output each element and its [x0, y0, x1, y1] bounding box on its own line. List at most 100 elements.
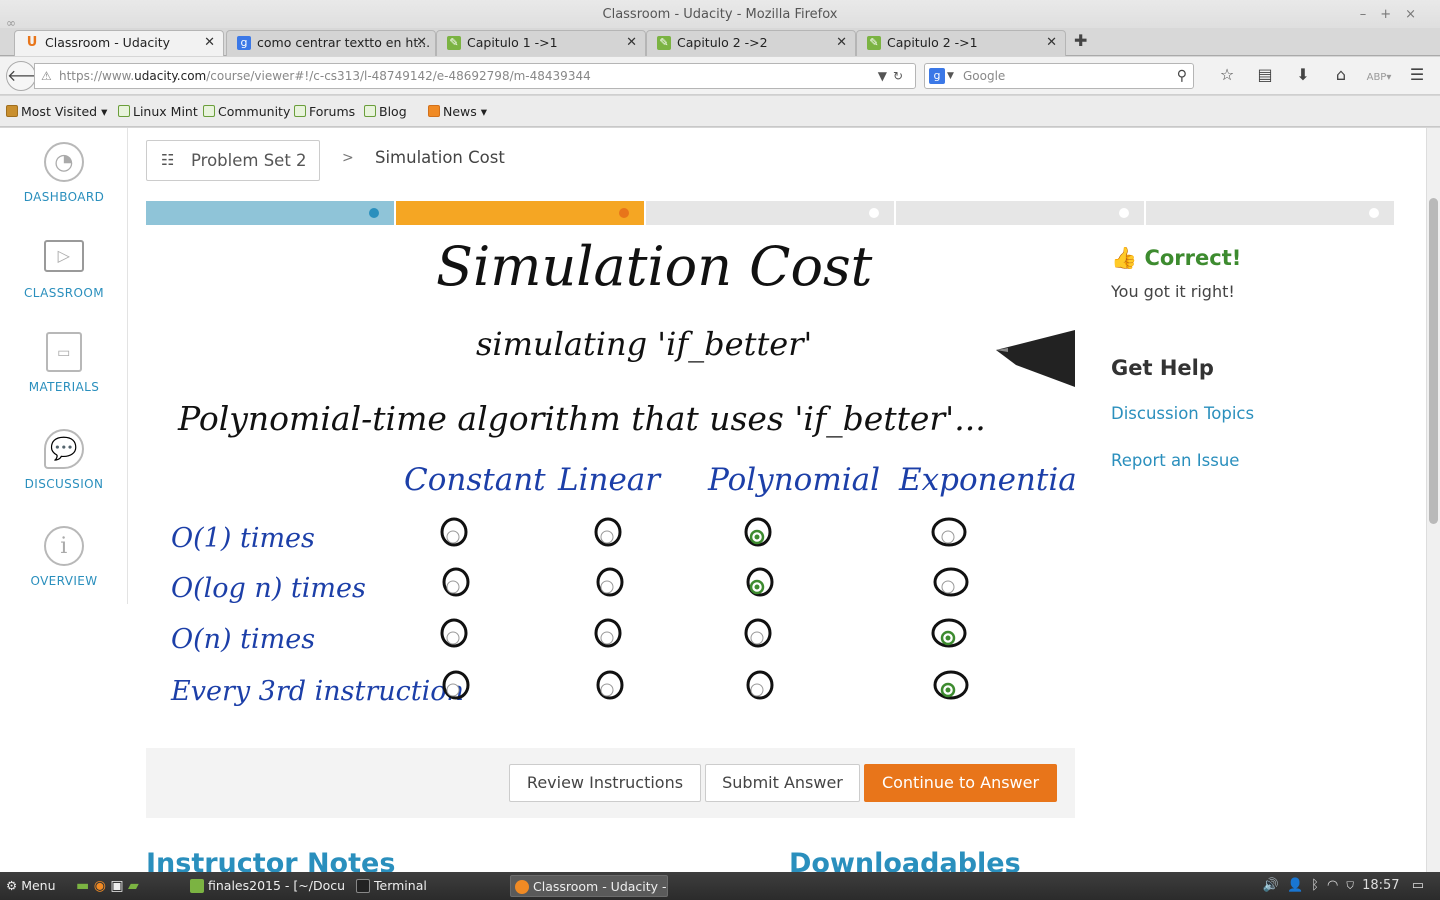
- maximize-button[interactable]: +: [1380, 7, 1405, 22]
- new-tab-icon[interactable]: ✚: [1074, 31, 1087, 50]
- instructor-notes-heading: Instructor Notes: [146, 848, 396, 872]
- bookmark-community[interactable]: Community: [203, 104, 290, 119]
- scrollbar-thumb[interactable]: [1429, 198, 1438, 524]
- answer-checkbox[interactable]: [442, 567, 470, 597]
- answer-checkbox[interactable]: [931, 517, 967, 547]
- window-list-icon[interactable]: ▭: [1400, 878, 1432, 893]
- tab-capitulo-2-2[interactable]: ✎ Capitulo 2 ->2 ✕: [646, 30, 856, 56]
- answer-checkbox[interactable]: [746, 670, 774, 700]
- tab-label: Classroom - Udacity: [45, 35, 171, 50]
- progress-segment[interactable]: [1146, 201, 1394, 225]
- row-labels: O(1) times O(log n) times O(n) times Every …: [170, 523, 464, 707]
- answer-checkbox-checked[interactable]: [746, 567, 774, 597]
- answer-checkbox[interactable]: [594, 618, 622, 648]
- taskbar-task-finales[interactable]: finales2015 - [~/Docu...: [186, 875, 346, 897]
- answer-checkbox-checked[interactable]: [744, 517, 772, 547]
- close-window-button[interactable]: ×: [1405, 7, 1430, 22]
- answer-checkbox-checked[interactable]: [933, 670, 969, 700]
- tab-capitulo-1-1[interactable]: ✎ Capitulo 1 ->1 ✕: [436, 30, 646, 56]
- sidebar-item-discussion[interactable]: 💬 DISCUSSION: [0, 429, 128, 491]
- close-tab-icon[interactable]: ✕: [836, 31, 847, 55]
- tab-google-search[interactable]: g como centrar textto en ht... ✕: [226, 30, 436, 56]
- problem-set-button[interactable]: ☷ Problem Set 2: [146, 140, 320, 181]
- close-tab-icon[interactable]: ✕: [1046, 31, 1057, 55]
- taskbar-task-terminal[interactable]: Terminal: [352, 875, 502, 897]
- progress-segment[interactable]: [896, 201, 1144, 225]
- answer-checkbox[interactable]: [744, 618, 772, 648]
- sidebar-item-classroom[interactable]: ▷ CLASSROOM: [0, 240, 128, 300]
- firefox-launcher-icon[interactable]: ◉: [94, 878, 106, 894]
- bookmark-news[interactable]: News ▾: [428, 104, 487, 119]
- answer-checkbox[interactable]: [596, 670, 624, 700]
- home-icon[interactable]: ⌂: [1322, 65, 1360, 84]
- review-instructions-button[interactable]: Review Instructions: [509, 764, 701, 802]
- continue-to-answer-button[interactable]: Continue to Answer: [864, 764, 1057, 802]
- close-tab-icon[interactable]: ✕: [204, 31, 215, 55]
- back-button[interactable]: 🡐: [6, 61, 50, 91]
- start-menu-button[interactable]: ⚙ Menu: [6, 872, 56, 900]
- breadcrumb-parent: Problem Set 2: [191, 151, 307, 170]
- report-issue-link[interactable]: Report an Issue: [1111, 451, 1239, 470]
- terminal-icon: [356, 879, 370, 893]
- user-icon[interactable]: 👤: [1287, 878, 1311, 893]
- adblock-icon[interactable]: ABP▾: [1360, 72, 1398, 83]
- folder-icon: [6, 105, 18, 117]
- taskbar-task-classroom[interactable]: Classroom - Udacity -...: [510, 875, 668, 897]
- progress-segment[interactable]: [396, 201, 644, 225]
- show-desktop-icon[interactable]: ▬: [76, 878, 89, 894]
- answer-checkbox-checked[interactable]: [931, 618, 967, 648]
- wifi-icon[interactable]: ◠: [1327, 878, 1346, 893]
- files-launcher-icon[interactable]: ▰: [128, 878, 139, 894]
- bookmark-linux-mint[interactable]: Linux Mint: [118, 104, 198, 119]
- sidebar-item-dashboard[interactable]: ◔ DASHBOARD: [0, 142, 128, 204]
- volume-icon[interactable]: 🔊: [1263, 878, 1287, 893]
- tab-label: Capitulo 1 ->1: [467, 35, 558, 50]
- answer-checkbox[interactable]: [596, 567, 624, 597]
- task-label: Classroom - Udacity -...: [533, 879, 668, 894]
- minimize-button[interactable]: –: [1360, 7, 1381, 22]
- answer-checkbox[interactable]: [440, 517, 468, 547]
- search-engine-dropdown-icon[interactable]: ▼: [947, 64, 954, 88]
- tab-classroom-udacity[interactable]: U Classroom - Udacity ✕: [14, 30, 224, 56]
- url-bar[interactable]: ⚠ https://www.udacity.com/course/viewer#…: [34, 63, 916, 89]
- page-scrollbar[interactable]: [1426, 128, 1440, 872]
- udacity-icon: U: [26, 35, 38, 50]
- url-prefix: https://www.: [59, 69, 135, 83]
- sidebar-item-overview[interactable]: i OVERVIEW: [0, 526, 128, 588]
- row-label: O(log n) times: [171, 573, 366, 604]
- progress-dot: [1369, 208, 1379, 218]
- hamburger-menu-icon[interactable]: ☰: [1398, 65, 1436, 84]
- gauge-icon: ◔: [44, 142, 84, 182]
- terminal-launcher-icon[interactable]: ▣: [110, 878, 123, 894]
- submit-answer-button[interactable]: Submit Answer: [705, 764, 860, 802]
- bookmark-most-visited[interactable]: Most Visited ▾: [6, 104, 107, 119]
- google-search-engine-icon[interactable]: g: [929, 68, 945, 84]
- answer-checkbox[interactable]: [594, 517, 622, 547]
- tab-capitulo-2-1[interactable]: ✎ Capitulo 2 ->1 ✕: [856, 30, 1066, 56]
- reload-icon[interactable]: ↻: [893, 69, 909, 83]
- search-bar[interactable]: g ▼ Google ⚲: [924, 63, 1194, 89]
- bookmark-label: Linux Mint: [133, 104, 198, 119]
- search-icon[interactable]: ⚲: [1177, 64, 1187, 88]
- progress-segment[interactable]: [646, 201, 894, 225]
- video-player[interactable]: Simulation Cost simulating 'if_better' P…: [146, 225, 1075, 748]
- thumbs-up-icon: 👍: [1111, 246, 1138, 270]
- progress-segment[interactable]: [146, 201, 394, 225]
- answer-checkbox[interactable]: [440, 618, 468, 648]
- bookmark-star-icon[interactable]: ☆: [1208, 65, 1246, 84]
- url-dropdown-icon[interactable]: ▼: [878, 69, 893, 83]
- downloads-icon[interactable]: ⬇: [1284, 65, 1322, 84]
- bookmark-blog[interactable]: Blog: [364, 104, 407, 119]
- system-tray: 🔊👤ᛒ◠⛉18:57 ▭: [1263, 872, 1432, 900]
- close-tab-icon[interactable]: ✕: [416, 31, 427, 55]
- close-tab-icon[interactable]: ✕: [626, 31, 637, 55]
- search-input[interactable]: Google: [963, 69, 1005, 83]
- discussion-topics-link[interactable]: Discussion Topics: [1111, 404, 1254, 423]
- reading-list-icon[interactable]: ▤: [1246, 65, 1284, 84]
- answer-checkbox[interactable]: [933, 567, 969, 597]
- sidebar-item-materials[interactable]: ▭ MATERIALS: [0, 332, 128, 394]
- bookmark-forums[interactable]: Forums: [294, 104, 355, 119]
- warning-icon[interactable]: ⚠: [41, 64, 52, 88]
- shield-icon[interactable]: ⛉: [1346, 878, 1362, 893]
- bluetooth-icon[interactable]: ᛒ: [1311, 878, 1327, 893]
